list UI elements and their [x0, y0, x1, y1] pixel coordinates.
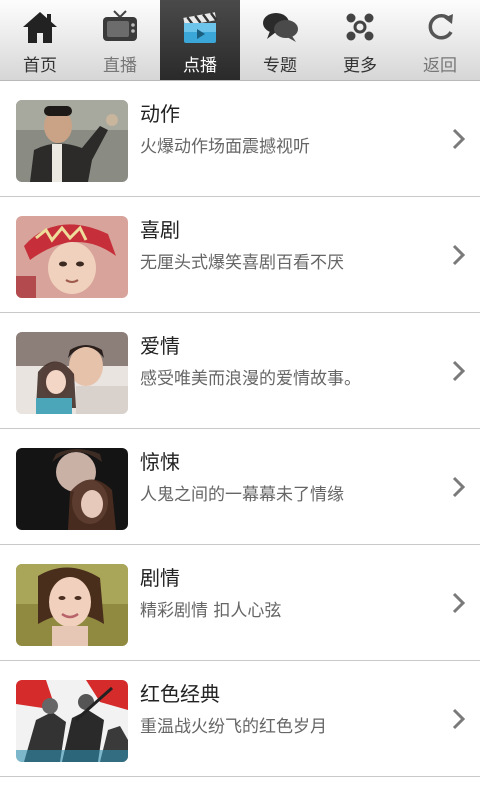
refresh-back-icon [428, 14, 453, 40]
tab-home[interactable]: 首页 [0, 0, 80, 80]
chevron-right-icon [452, 592, 466, 614]
list-item-thriller[interactable]: 惊悚 人鬼之间的一幕幕未了情缘 [0, 429, 480, 545]
category-title: 动作 [140, 102, 180, 126]
tab-label: 直播 [103, 56, 137, 76]
category-title: 红色经典 [140, 682, 220, 706]
chevron-right-icon [452, 128, 466, 150]
category-list: 动作 火爆动作场面震撼视听 喜剧 无厘头式爆笑喜剧百看不厌 爱情 感受唯美而浪漫… [0, 81, 480, 777]
drama-thumbnail [16, 564, 128, 646]
chat-bubbles-icon [263, 13, 298, 42]
category-description: 精彩剧情 扣人心弦 [140, 601, 282, 621]
chevron-right-icon [452, 360, 466, 382]
tab-label: 返回 [423, 56, 457, 76]
tab-more[interactable]: 更多 [320, 0, 400, 80]
romance-thumbnail [16, 332, 128, 414]
tab-label: 首页 [23, 56, 57, 76]
list-item-red-classics[interactable]: 红色经典 重温战火纷飞的红色岁月 [0, 661, 480, 777]
category-description: 火爆动作场面震撼视听 [140, 137, 310, 157]
tab-back[interactable]: 返回 [400, 0, 480, 80]
category-title: 喜剧 [140, 218, 180, 242]
home-icon [23, 12, 57, 43]
list-item-drama[interactable]: 剧情 精彩剧情 扣人心弦 [0, 545, 480, 661]
clapperboard-icon [183, 12, 218, 43]
chevron-right-icon [452, 708, 466, 730]
list-item-action[interactable]: 动作 火爆动作场面震撼视听 [0, 81, 480, 197]
tv-icon [103, 10, 137, 41]
category-title: 爱情 [140, 334, 180, 358]
category-title: 剧情 [140, 566, 180, 590]
more-icon [346, 13, 374, 41]
thriller-thumbnail [16, 448, 128, 530]
tab-label: 点播 [183, 56, 217, 76]
category-description: 感受唯美而浪漫的爱情故事。 [140, 369, 361, 389]
tab-topics[interactable]: 专题 [240, 0, 320, 80]
action-thumbnail [16, 100, 128, 182]
category-title: 惊悚 [140, 450, 180, 474]
chevron-right-icon [452, 476, 466, 498]
comedy-thumbnail [16, 216, 128, 298]
red-classics-thumbnail [16, 680, 128, 762]
list-item-romance[interactable]: 爱情 感受唯美而浪漫的爱情故事。 [0, 313, 480, 429]
list-item-comedy[interactable]: 喜剧 无厘头式爆笑喜剧百看不厌 [0, 197, 480, 313]
tab-label: 专题 [263, 56, 297, 76]
category-description: 重温战火纷飞的红色岁月 [140, 717, 327, 737]
category-description: 人鬼之间的一幕幕未了情缘 [140, 485, 344, 505]
tab-label: 更多 [343, 56, 377, 76]
top-tab-bar: 首页 直播 点播 专题 更多 返回 [0, 0, 480, 81]
category-description: 无厘头式爆笑喜剧百看不厌 [140, 253, 344, 273]
tab-live[interactable]: 直播 [80, 0, 160, 80]
tab-vod[interactable]: 点播 [160, 0, 240, 80]
chevron-right-icon [452, 244, 466, 266]
